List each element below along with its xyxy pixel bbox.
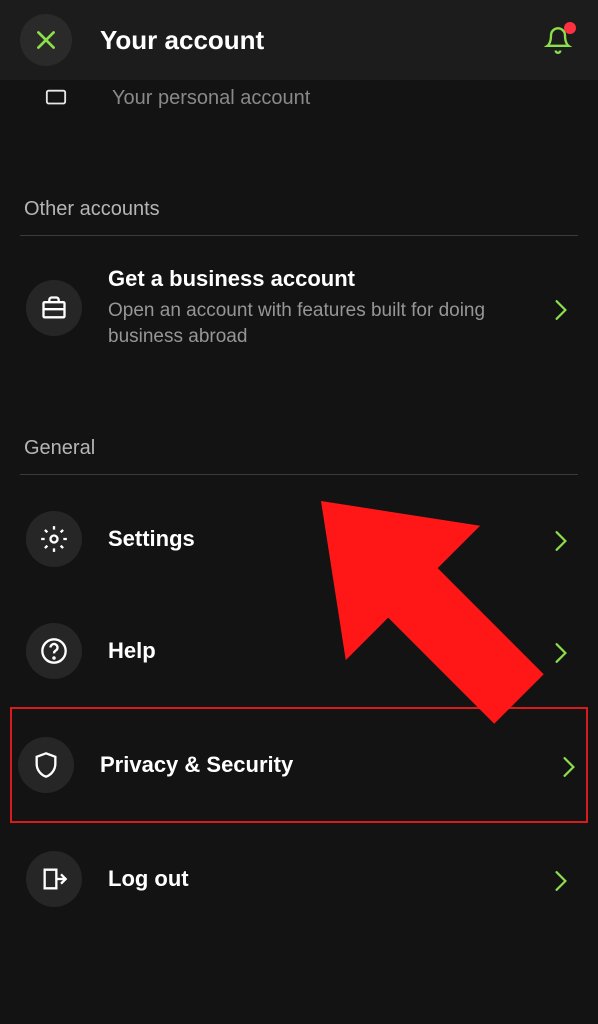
close-icon — [33, 27, 59, 53]
divider — [20, 474, 578, 475]
logout-icon-circle — [26, 851, 82, 907]
close-button[interactable] — [20, 14, 72, 66]
gear-icon-circle — [26, 511, 82, 567]
logout-text: Log out — [108, 866, 554, 892]
privacy-security-row[interactable]: Privacy & Security — [10, 707, 588, 823]
business-account-text: Get a business account Open an account w… — [108, 266, 554, 349]
briefcase-icon — [40, 294, 68, 322]
settings-text: Settings — [108, 526, 554, 552]
chevron-right-icon — [554, 299, 572, 317]
briefcase-icon-circle — [26, 280, 82, 336]
gear-icon — [40, 525, 68, 553]
shield-icon-circle — [18, 737, 74, 793]
logout-icon — [40, 865, 68, 893]
help-icon-circle — [26, 623, 82, 679]
chevron-right-icon — [554, 870, 572, 888]
chevron-right-icon — [554, 530, 572, 548]
page-title: Your account — [100, 25, 538, 56]
personal-account-row[interactable]: Your personal account — [20, 78, 578, 132]
section-other-accounts-label: Other accounts — [20, 198, 578, 221]
section-general-label: General — [20, 437, 578, 460]
divider — [20, 235, 578, 236]
business-account-title: Get a business account — [108, 266, 554, 292]
person-icon — [30, 78, 82, 118]
shield-icon — [32, 751, 60, 779]
privacy-security-label: Privacy & Security — [100, 752, 562, 778]
notification-dot — [564, 22, 576, 34]
chevron-right-icon — [562, 756, 580, 774]
help-icon — [40, 637, 68, 665]
header: Your account — [0, 0, 598, 80]
privacy-security-text: Privacy & Security — [100, 752, 562, 778]
business-account-subtitle: Open an account with features built for … — [108, 298, 554, 349]
logout-label: Log out — [108, 866, 554, 892]
help-label: Help — [108, 638, 554, 664]
business-account-row[interactable]: Get a business account Open an account w… — [20, 244, 578, 371]
settings-label: Settings — [108, 526, 554, 552]
chevron-right-icon — [554, 642, 572, 660]
settings-row[interactable]: Settings — [20, 483, 578, 595]
help-text: Help — [108, 638, 554, 664]
help-row[interactable]: Help — [20, 595, 578, 707]
notifications-button[interactable] — [538, 20, 578, 60]
content: Your personal account Other accounts Get… — [0, 78, 598, 935]
personal-account-label: Your personal account — [112, 87, 310, 110]
logout-row[interactable]: Log out — [20, 823, 578, 935]
